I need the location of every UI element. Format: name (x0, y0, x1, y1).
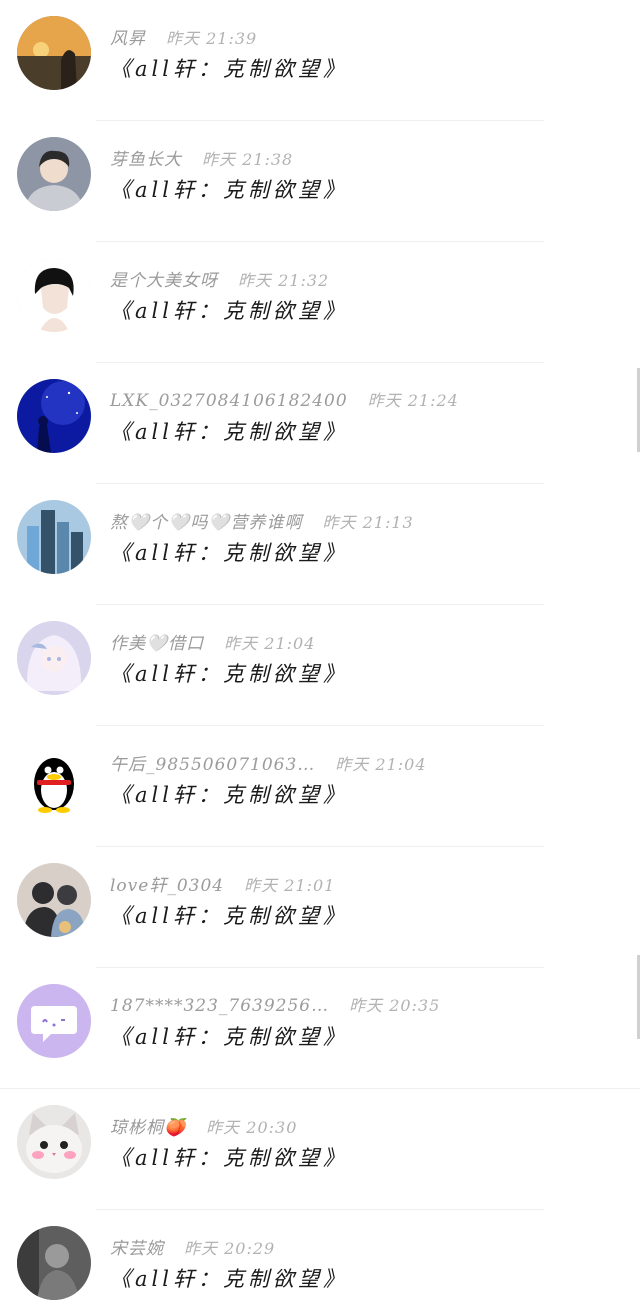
comment-text: 《all轩：克制欲望》 (110, 1146, 348, 1170)
comment-row[interactable]: 熬🤍个🤍吗🤍营养谁啊 昨天 21:13 《all轩：克制欲望》 (0, 484, 640, 605)
timestamp: 昨天 21:32 (238, 271, 330, 290)
username[interactable]: 宋芸婉 (110, 1239, 164, 1259)
username[interactable]: 187****323_7639256… (110, 996, 329, 1016)
comment-text: 《all轩：克制欲望》 (110, 662, 348, 686)
username[interactable]: 作美🤍借口 (110, 634, 204, 654)
username[interactable]: love轩_0304 (110, 876, 224, 896)
comment-row[interactable]: 宋芸婉 昨天 20:29 《all轩：克制欲望》 (0, 1210, 640, 1300)
username[interactable]: 熬🤍个🤍吗🤍营养谁啊 (110, 513, 303, 533)
timestamp: 昨天 21:01 (244, 876, 336, 895)
timestamp: 昨天 21:04 (224, 634, 316, 653)
comment-meta: 风昇 昨天 21:39 (110, 24, 257, 50)
timestamp: 昨天 21:04 (335, 755, 427, 774)
comment-row[interactable]: LXK_0327084106182400 昨天 21:24 《all轩：克制欲望》 (0, 363, 640, 484)
city-buildings-avatar[interactable] (17, 500, 91, 574)
username[interactable]: LXK_0327084106182400 (110, 391, 348, 411)
comment-row[interactable]: 琼彬桐🍑 昨天 20:30 《all轩：克制欲望》 (0, 1089, 640, 1210)
anime-girl-avatar[interactable] (17, 621, 91, 695)
comment-text: 《all轩：克制欲望》 (110, 57, 348, 81)
starry-night-avatar[interactable] (17, 379, 91, 453)
comment-text: 《all轩：克制欲望》 (110, 420, 348, 444)
username[interactable]: 琼彬桐🍑 (110, 1118, 186, 1138)
comment-row[interactable]: 187****323_7639256… 昨天 20:35 《all轩：克制欲望》 (0, 968, 640, 1089)
comment-list: 风昇 昨天 21:39 《all轩：克制欲望》 芽鱼长大 昨天 21:38 《all… (0, 0, 640, 1300)
chat-bubble-avatar[interactable] (17, 984, 91, 1058)
username[interactable]: 风昇 (110, 29, 146, 49)
comment-row[interactable]: 是个大美女呀 昨天 21:32 《all轩：克制欲望》 (0, 242, 640, 363)
comment-text: 《all轩：克制欲望》 (110, 178, 348, 202)
comment-row[interactable]: 芽鱼长大 昨天 21:38 《all轩：克制欲望》 (0, 121, 640, 242)
dark-photo-avatar[interactable] (17, 1226, 91, 1300)
timestamp: 昨天 21:13 (322, 513, 414, 532)
comment-meta: 是个大美女呀 昨天 21:32 (110, 266, 329, 292)
anime-boy-avatar[interactable] (17, 258, 91, 332)
comment-meta: LXK_0327084106182400 昨天 21:24 (110, 387, 459, 413)
comment-row[interactable]: 作美🤍借口 昨天 21:04 《all轩：克制欲望》 (0, 605, 640, 726)
timestamp: 昨天 20:35 (349, 996, 441, 1015)
comment-text: 《all轩：克制欲望》 (110, 299, 348, 323)
comment-text: 《all轩：克制欲望》 (110, 1267, 348, 1291)
comment-meta: 芽鱼长大 昨天 21:38 (110, 145, 293, 171)
couple-avatar[interactable] (17, 863, 91, 937)
penguin-avatar[interactable] (17, 742, 91, 816)
timestamp: 昨天 20:30 (206, 1118, 298, 1137)
comment-meta: 187****323_7639256… 昨天 20:35 (110, 992, 440, 1018)
comment-text: 《all轩：克制欲望》 (110, 783, 348, 807)
timestamp: 昨天 21:24 (367, 391, 459, 410)
username[interactable]: 是个大美女呀 (110, 271, 218, 291)
timestamp: 昨天 21:38 (202, 150, 294, 169)
username[interactable]: 芽鱼长大 (110, 150, 182, 170)
comment-meta: 熬🤍个🤍吗🤍营养谁啊 昨天 21:13 (110, 508, 414, 534)
sunset-avatar[interactable] (17, 16, 91, 90)
username[interactable]: 午后_985506071063… (110, 755, 315, 775)
comment-row[interactable]: love轩_0304 昨天 21:01 《all轩：克制欲望》 (0, 847, 640, 968)
comment-meta: 午后_985506071063… 昨天 21:04 (110, 750, 427, 776)
comment-text: 《all轩：克制欲望》 (110, 1025, 348, 1049)
comment-meta: 宋芸婉 昨天 20:29 (110, 1234, 275, 1260)
comment-text: 《all轩：克制欲望》 (110, 541, 348, 565)
timestamp: 昨天 21:39 (166, 29, 258, 48)
comment-meta: 琼彬桐🍑 昨天 20:30 (110, 1113, 297, 1139)
comment-meta: 作美🤍借口 昨天 21:04 (110, 629, 315, 655)
timestamp: 昨天 20:29 (184, 1239, 276, 1258)
cat-avatar[interactable] (17, 1105, 91, 1179)
hoodie-boy-avatar[interactable] (17, 137, 91, 211)
comment-row[interactable]: 风昇 昨天 21:39 《all轩：克制欲望》 (0, 0, 640, 121)
comment-row[interactable]: 午后_985506071063… 昨天 21:04 《all轩：克制欲望》 (0, 726, 640, 847)
comment-meta: love轩_0304 昨天 21:01 (110, 871, 335, 897)
comment-text: 《all轩：克制欲望》 (110, 904, 348, 928)
